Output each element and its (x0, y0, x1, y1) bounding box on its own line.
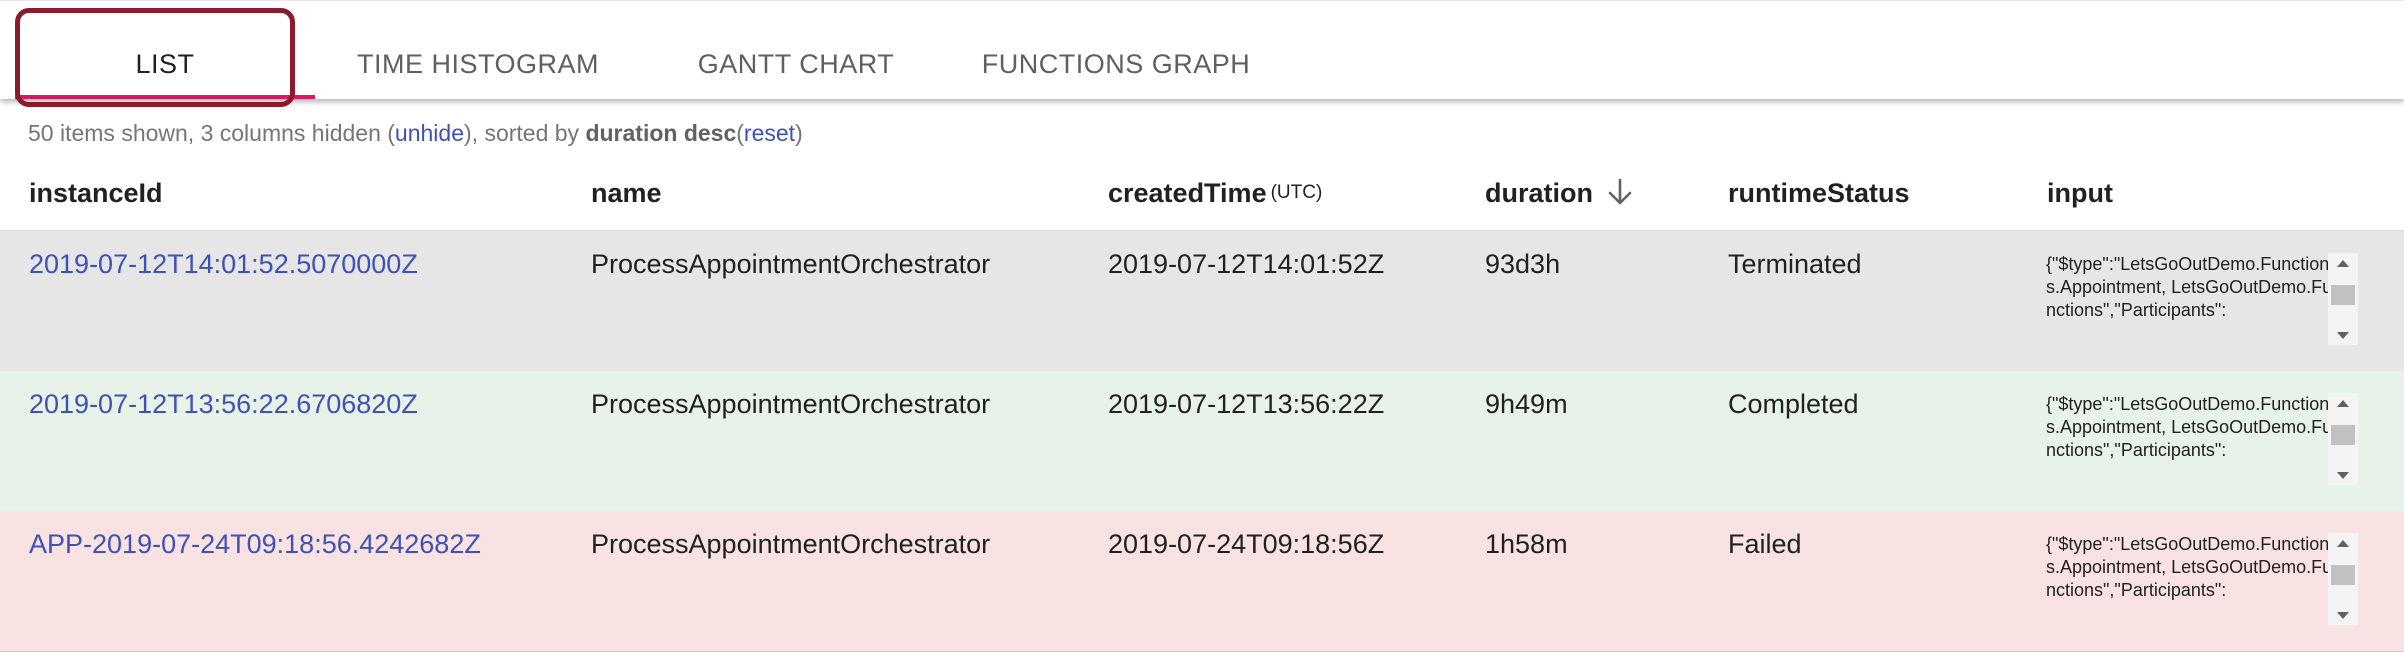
tab-time-histogram-label: TIME HISTOGRAM (356, 49, 599, 79)
instance-id-link[interactable]: 2019-07-12T14:01:52.5070000Z (29, 249, 418, 280)
column-header-duration[interactable]: duration (1485, 178, 1633, 213)
scroll-down-arrow-icon[interactable] (2328, 465, 2358, 485)
tab-bar: LIST TIME HISTOGRAM GANTT CHART FUNCTION… (0, 0, 2404, 99)
input-textarea[interactable]: {"$type":"LetsGoOutDemo.Functions.Appoin… (2046, 533, 2358, 625)
tab-time-histogram[interactable]: TIME HISTOGRAM (330, 27, 626, 99)
scroll-up-arrow-icon[interactable] (2328, 393, 2358, 413)
cell-created-time: 2019-07-12T13:56:22Z (1108, 389, 1385, 419)
input-textarea[interactable]: {"$type":"LetsGoOutDemo.Functions.Appoin… (2046, 393, 2358, 485)
summary-open-paren: ( (736, 120, 744, 146)
scroll-up-arrow-icon[interactable] (2328, 253, 2358, 273)
cell-duration: 9h49m (1485, 389, 1568, 419)
column-header-createdtime-label: createdTime (1108, 178, 1267, 208)
input-text: {"$type":"LetsGoOutDemo.Functions.Appoin… (2046, 394, 2333, 460)
cell-runtime-status: Terminated (1728, 249, 1862, 279)
cell-name: ProcessAppointmentOrchestrator (591, 389, 991, 419)
tab-gantt-chart[interactable]: GANTT CHART (656, 27, 936, 99)
table-row: 2019-07-12T13:56:22.6706820Z ProcessAppo… (0, 371, 2404, 512)
list-summary: 50 items shown, 3 columns hidden (unhide… (28, 120, 803, 147)
tab-gantt-chart-label: GANTT CHART (697, 49, 895, 79)
sort-descending-icon (1607, 178, 1633, 213)
cell-created-time: 2019-07-24T09:18:56Z (1108, 529, 1385, 559)
summary-middle: ), sorted by (464, 120, 586, 146)
column-header-input[interactable]: input (2047, 178, 2113, 209)
scroll-thumb[interactable] (2331, 425, 2355, 445)
scroll-thumb[interactable] (2331, 565, 2355, 585)
tab-list[interactable]: LIST (15, 27, 315, 99)
cell-name: ProcessAppointmentOrchestrator (591, 529, 991, 559)
cell-created-time: 2019-07-12T14:01:52Z (1108, 249, 1385, 279)
scroll-up-arrow-icon[interactable] (2328, 533, 2358, 553)
input-scrollbar[interactable] (2328, 393, 2358, 485)
reset-link[interactable]: reset (744, 120, 795, 146)
input-scrollbar[interactable] (2328, 533, 2358, 625)
input-textarea[interactable]: {"$type":"LetsGoOutDemo.Functions.Appoin… (2046, 253, 2358, 345)
column-header-duration-label: duration (1485, 178, 1593, 208)
tab-functions-graph-label: FUNCTIONS GRAPH (981, 49, 1251, 79)
summary-close-paren: ) (795, 120, 803, 146)
cell-name: ProcessAppointmentOrchestrator (591, 249, 991, 279)
sort-field: duration desc (585, 120, 737, 146)
table-row: 2019-07-12T14:01:52.5070000Z ProcessAppo… (0, 231, 2404, 372)
cell-runtime-status: Completed (1728, 389, 1859, 419)
column-header-createdtime[interactable]: createdTime (UTC) (1108, 178, 1322, 209)
column-header-name-label: name (591, 178, 662, 208)
scroll-down-arrow-icon[interactable] (2328, 325, 2358, 345)
scroll-down-arrow-icon[interactable] (2328, 605, 2358, 625)
tab-list-label: LIST (135, 49, 195, 79)
column-header-runtimestatus[interactable]: runtimeStatus (1728, 178, 1910, 209)
summary-prefix: 50 items shown, 3 columns hidden ( (28, 120, 395, 146)
column-header-instanceid-label: instanceId (29, 178, 163, 208)
instance-id-link[interactable]: 2019-07-12T13:56:22.6706820Z (29, 389, 418, 420)
cell-runtime-status: Failed (1728, 529, 1802, 559)
cell-duration: 93d3h (1485, 249, 1561, 279)
unhide-link[interactable]: unhide (395, 120, 464, 146)
tab-functions-graph[interactable]: FUNCTIONS GRAPH (960, 27, 1272, 99)
column-header-name[interactable]: name (591, 178, 662, 209)
column-header-createdtime-unit: (UTC) (1270, 182, 1323, 203)
table-row: APP-2019-07-24T09:18:56.4242682Z Process… (0, 511, 2404, 652)
active-tab-indicator (15, 95, 315, 99)
scroll-thumb[interactable] (2331, 285, 2355, 305)
instance-id-link[interactable]: APP-2019-07-24T09:18:56.4242682Z (29, 529, 481, 560)
table-header: instanceId name createdTime (UTC) duratio… (0, 160, 2404, 231)
column-header-input-label: input (2047, 178, 2113, 208)
input-text: {"$type":"LetsGoOutDemo.Functions.Appoin… (2046, 254, 2333, 320)
input-scrollbar[interactable] (2328, 253, 2358, 345)
column-header-runtimestatus-label: runtimeStatus (1728, 178, 1910, 208)
cell-duration: 1h58m (1485, 529, 1568, 559)
input-text: {"$type":"LetsGoOutDemo.Functions.Appoin… (2046, 534, 2333, 600)
column-header-instanceid[interactable]: instanceId (29, 178, 163, 209)
